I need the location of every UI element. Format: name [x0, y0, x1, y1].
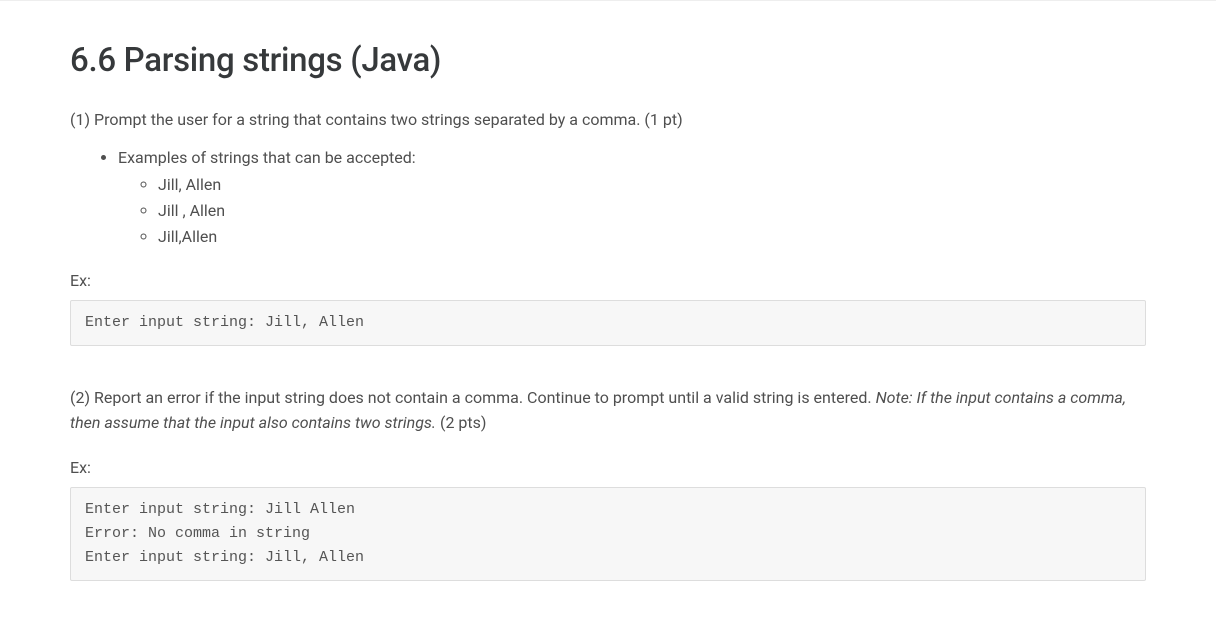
section-1-prompt: (1) Prompt the user for a string that co… [70, 108, 1146, 133]
list-item: Examples of strings that can be accepted… [118, 145, 1146, 249]
code-block: Enter input string: Jill, Allen [70, 300, 1146, 346]
document-content: 6.6 Parsing strings (Java) (1) Prompt th… [0, 1, 1216, 611]
section-2-tail: (2 pts) [436, 413, 486, 432]
code-block: Enter input string: Jill Allen Error: No… [70, 487, 1146, 581]
example-label: Ex: [70, 458, 1146, 477]
list-item: Jill,Allen [158, 224, 1146, 250]
section-2-prompt: (2) Report an error if the input string … [70, 386, 1146, 436]
list-item: Jill , Allen [158, 198, 1146, 224]
example-label: Ex: [70, 271, 1146, 290]
page-title: 6.6 Parsing strings (Java) [70, 41, 1146, 80]
section-2-text: (2) Report an error if the input string … [70, 388, 876, 407]
list-item: Jill, Allen [158, 172, 1146, 198]
examples-sublist: Jill, Allen Jill , Allen Jill,Allen [118, 172, 1146, 249]
examples-label: Examples of strings that can be accepted… [118, 148, 416, 167]
examples-list: Examples of strings that can be accepted… [70, 145, 1146, 249]
